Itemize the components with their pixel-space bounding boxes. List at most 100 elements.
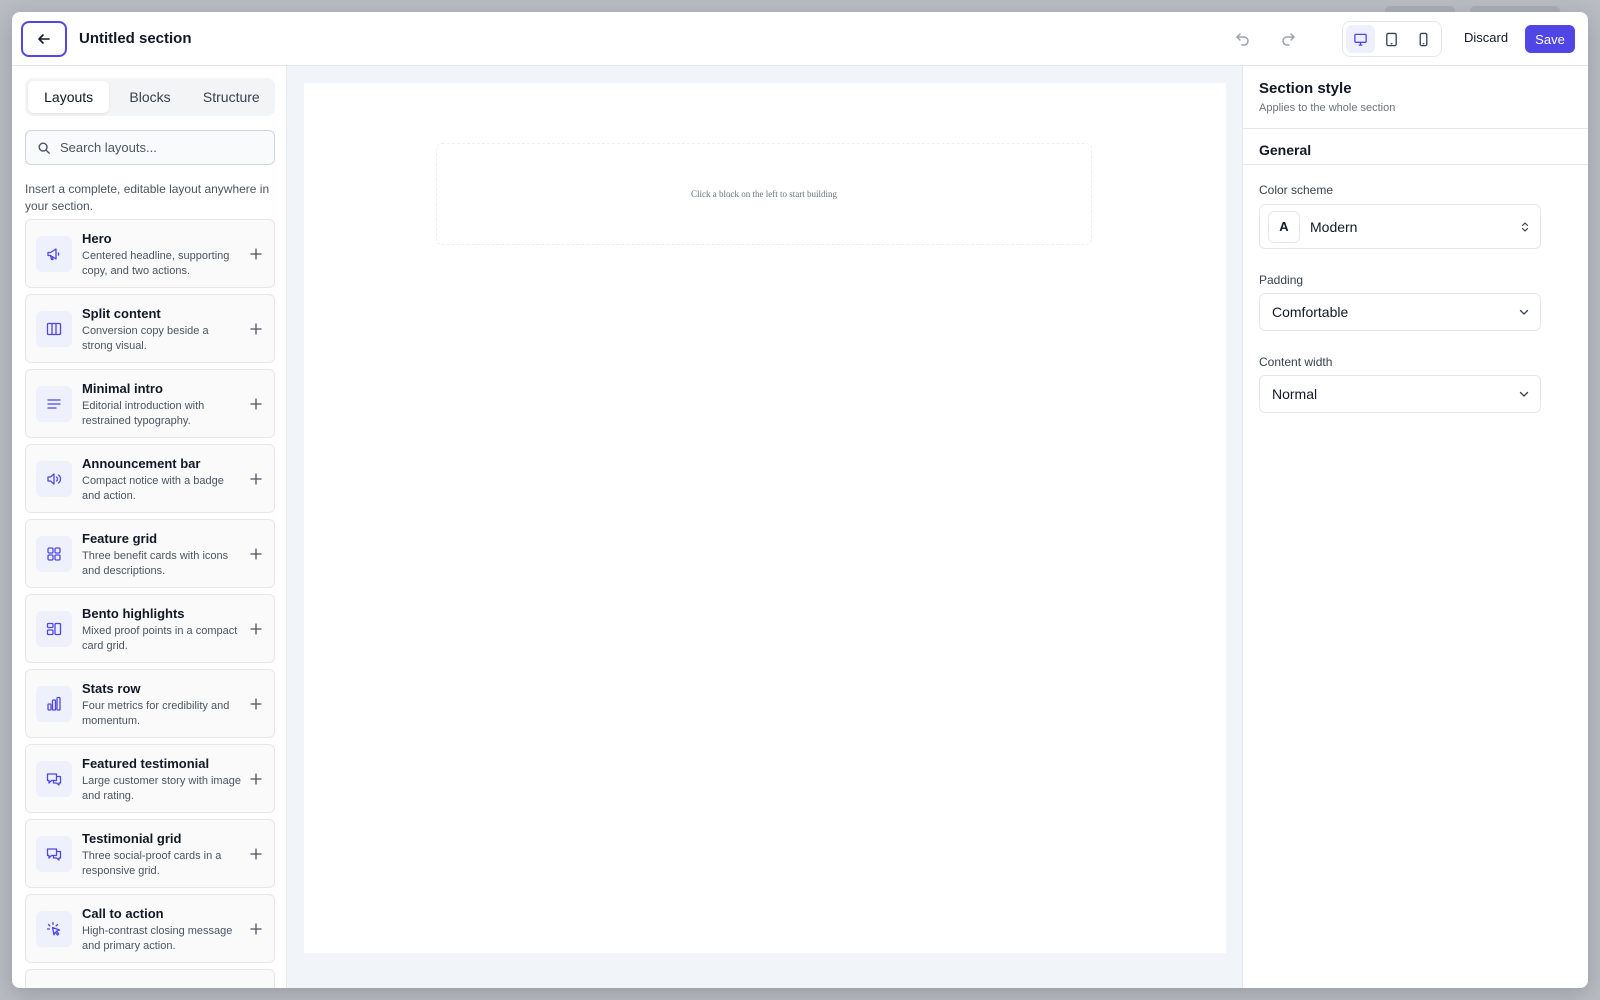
layout-title: Split content <box>82 306 161 321</box>
tablet-view-button[interactable] <box>1377 25 1406 53</box>
layout-description: Editorial introduction with restrained t… <box>82 400 205 427</box>
padding-label: Padding <box>1259 273 1304 287</box>
save-button[interactable]: Save <box>1525 25 1575 53</box>
layout-description: Large customer story with image and rati… <box>82 775 241 802</box>
redo-button[interactable] <box>1277 28 1299 50</box>
layout-description: Mixed proof points in a compact card gri… <box>82 625 238 652</box>
plus-icon[interactable] <box>248 546 264 562</box>
bar-chart-icon <box>36 686 72 722</box>
layout-card-call-to-action[interactable]: Call to action High-contrast closing mes… <box>25 894 275 963</box>
layout-card-feature-grid[interactable]: Feature grid Three benefit cards with ic… <box>25 519 275 588</box>
layout-card-stats-row[interactable]: Stats row Four metrics for credibility a… <box>25 669 275 738</box>
search-box <box>25 130 275 165</box>
undo-button[interactable] <box>1232 28 1254 50</box>
mobile-view-button[interactable] <box>1409 25 1438 53</box>
layout-title: Announcement bar <box>82 456 201 471</box>
plus-icon[interactable] <box>248 471 264 487</box>
color-scheme-select[interactable]: A Modern <box>1259 204 1541 249</box>
layout-title: Bento highlights <box>82 606 185 621</box>
padding-select[interactable]: Comfortable <box>1259 293 1541 331</box>
layouts-sidebar: Layouts Blocks Structure Insert a comple… <box>12 66 287 988</box>
redo-icon <box>1282 33 1295 46</box>
layout-card-hero[interactable]: Hero Centered headline, supporting copy,… <box>25 219 275 288</box>
content-width-select[interactable]: Normal <box>1259 375 1541 413</box>
layout-description: Three social-proof cards in a responsive… <box>82 850 222 877</box>
padding-value: Comfortable <box>1272 304 1349 320</box>
divider <box>1243 164 1588 165</box>
text-lines-icon <box>36 386 72 422</box>
color-scheme-label: Color scheme <box>1259 183 1334 197</box>
tab-layouts[interactable]: Layouts <box>28 81 110 113</box>
section-style-panel: Section style Applies to the whole secti… <box>1242 66 1588 988</box>
plus-icon[interactable] <box>248 621 264 637</box>
desktop-icon <box>1354 33 1367 46</box>
layout-description: Conversion copy beside a strong visual. <box>82 325 209 352</box>
cursor-click-icon <box>36 911 72 947</box>
layout-description: Three benefit cards with icons and descr… <box>82 550 229 577</box>
chat-bubbles-icon <box>36 836 72 872</box>
speaker-icon <box>36 461 72 497</box>
layout-title: Call to action <box>82 906 164 921</box>
device-preview-toggle <box>1342 21 1442 57</box>
tab-blocks[interactable]: Blocks <box>109 81 190 113</box>
layout-title: Testimonial grid <box>82 831 182 846</box>
back-button[interactable] <box>21 21 67 57</box>
chevron-down-icon <box>1518 306 1530 318</box>
empty-dropzone[interactable]: Click a block on the left to start build… <box>436 143 1092 245</box>
divider <box>1243 128 1588 129</box>
megaphone-icon <box>36 236 72 272</box>
desktop-view-button[interactable] <box>1346 25 1376 53</box>
columns-icon <box>36 311 72 347</box>
plus-icon[interactable] <box>248 246 264 262</box>
layout-card-testimonial-grid[interactable]: Testimonial grid Three social-proof card… <box>25 819 275 888</box>
grid-icon <box>36 536 72 572</box>
layout-title: Feature grid <box>82 531 158 546</box>
layout-card-announcement-bar[interactable]: Announcement bar Compact notice with a b… <box>25 444 275 513</box>
tablet-icon <box>1386 32 1398 46</box>
content-width-label: Content width <box>1259 355 1333 369</box>
layout-title: Stats row <box>82 681 141 696</box>
panel-title: Section style <box>1259 80 1352 97</box>
color-scheme-value: Modern <box>1310 218 1358 235</box>
editor-header: Untitled section Discard Save <box>12 12 1588 66</box>
empty-canvas-message: Click a block on the left to start build… <box>691 189 837 199</box>
layout-title: Minimal intro <box>82 381 163 396</box>
bento-icon <box>36 611 72 647</box>
plus-icon[interactable] <box>248 771 264 787</box>
search-icon <box>38 141 50 154</box>
page-title: Untitled section <box>79 30 192 47</box>
layout-card-featured-testimonial[interactable]: Featured testimonial Large customer stor… <box>25 744 275 813</box>
preview-page[interactable]: Click a block on the left to start build… <box>304 83 1226 953</box>
panel-subtitle: Applies to the whole section <box>1259 102 1396 114</box>
layout-description: Centered headline, supporting copy, and … <box>82 250 230 277</box>
tab-structure[interactable]: Structure <box>191 81 272 113</box>
undo-icon <box>1236 33 1249 46</box>
layout-card-split-content[interactable]: Split content Conversion copy beside a s… <box>25 294 275 363</box>
plus-icon[interactable] <box>248 321 264 337</box>
plus-icon[interactable] <box>248 396 264 412</box>
layout-card-partial[interactable] <box>25 969 275 988</box>
plus-icon[interactable] <box>248 696 264 712</box>
preview-canvas: Click a block on the left to start build… <box>287 66 1242 988</box>
search-input[interactable] <box>60 140 260 155</box>
layout-title: Featured testimonial <box>82 756 210 771</box>
chat-bubbles-icon <box>36 761 72 797</box>
layout-card-bento-highlights[interactable]: Bento highlights Mixed proof points in a… <box>25 594 275 663</box>
plus-icon[interactable] <box>248 921 264 937</box>
content-width-value: Normal <box>1272 386 1318 402</box>
layout-description: High-contrast closing message and primar… <box>82 925 233 952</box>
layout-description: Compact notice with a badge and action. <box>82 475 224 502</box>
sidebar-tabs: Layouts Blocks Structure <box>25 78 275 116</box>
layout-list: Hero Centered headline, supporting copy,… <box>25 219 275 988</box>
group-heading-general: General <box>1259 142 1312 158</box>
layouts-hint: Insert a complete, editable layout anywh… <box>25 182 270 213</box>
section-editor-modal: Untitled section Discard Save Layouts Bl… <box>12 12 1588 988</box>
layout-description: Four metrics for credibility and momentu… <box>82 700 230 727</box>
chevron-down-icon <box>1518 388 1530 400</box>
layout-title: Hero <box>82 231 112 246</box>
color-scheme-badge: A <box>1268 210 1300 243</box>
layout-card-minimal-intro[interactable]: Minimal intro Editorial introduction wit… <box>25 369 275 438</box>
plus-icon[interactable] <box>248 846 264 862</box>
discard-button[interactable]: Discard <box>1464 30 1508 45</box>
mobile-icon <box>1419 32 1428 46</box>
